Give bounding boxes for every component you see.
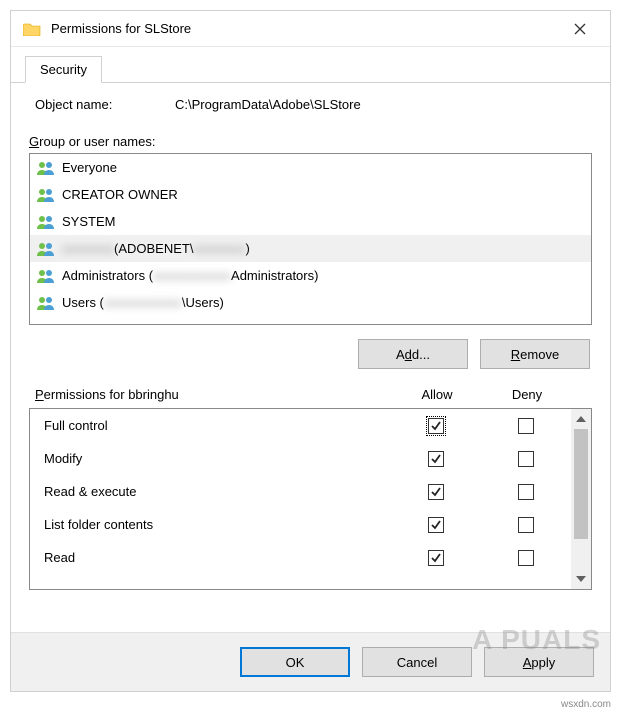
user-list-item[interactable]: Users (xxxxxxxxxxxx\Users) — [30, 289, 591, 316]
allow-header: Allow — [392, 387, 482, 402]
users-icon — [36, 268, 56, 284]
permissions-header: Permissions for bbringhu Allow Deny — [29, 387, 592, 408]
permission-row: Read & execute — [30, 475, 571, 508]
checkbox[interactable] — [518, 451, 534, 467]
user-list-item[interactable]: Administrators (xxxxxxxxxxxxAdministrato… — [30, 262, 591, 289]
remove-button[interactable]: Remove — [480, 339, 590, 369]
users-icon — [36, 187, 56, 203]
checkbox[interactable] — [428, 517, 444, 533]
user-list-item[interactable]: CREATOR OWNER — [30, 181, 591, 208]
tab-security[interactable]: Security — [25, 56, 102, 83]
cancel-button[interactable]: Cancel — [362, 647, 472, 677]
permission-row: Full control — [30, 409, 571, 442]
source-caption: wsxdn.com — [561, 699, 611, 710]
scroll-up-button[interactable] — [571, 409, 591, 429]
checkbox[interactable] — [518, 517, 534, 533]
permissions-dialog: Permissions for SLStore Security Object … — [10, 10, 611, 692]
user-list-item[interactable]: Everyone — [30, 154, 591, 181]
dialog-footer: OK Cancel Apply — [11, 632, 610, 691]
permissions-list[interactable]: Full control Modify Read & execute List fol… — [30, 409, 571, 589]
checkbox[interactable] — [518, 550, 534, 566]
add-button[interactable]: Add... — [358, 339, 468, 369]
group-user-list[interactable]: EveryoneCREATOR OWNERSYSTEMxxxxxxxx (ADO… — [29, 153, 592, 325]
permission-label: List folder contents — [44, 517, 391, 532]
scroll-thumb[interactable] — [574, 429, 588, 539]
group-user-label: Group or user names: — [29, 134, 592, 149]
permission-label: Full control — [44, 418, 391, 433]
permission-label: Modify — [44, 451, 391, 466]
scroll-down-button[interactable] — [571, 569, 591, 589]
permission-row: List folder contents — [30, 508, 571, 541]
permissions-box: Full control Modify Read & execute List fol… — [29, 408, 592, 590]
permission-label: Read — [44, 550, 391, 565]
scrollbar[interactable] — [571, 409, 591, 589]
checkbox[interactable] — [428, 484, 444, 500]
object-name-label: Object name: — [35, 97, 175, 112]
close-icon — [574, 23, 586, 35]
close-button[interactable] — [558, 14, 602, 44]
permission-row: Modify — [30, 442, 571, 475]
permission-label: Read & execute — [44, 484, 391, 499]
tab-row: Security — [11, 47, 610, 83]
checkbox[interactable] — [428, 418, 444, 434]
ok-button[interactable]: OK — [240, 647, 350, 677]
users-icon — [36, 160, 56, 176]
window-title: Permissions for SLStore — [51, 21, 558, 36]
security-panel: Object name: C:\ProgramData\Adobe\SLStor… — [11, 83, 610, 632]
add-remove-row: Add... Remove — [29, 325, 592, 387]
object-name-value: C:\ProgramData\Adobe\SLStore — [175, 97, 361, 112]
checkbox[interactable] — [428, 550, 444, 566]
users-icon — [36, 295, 56, 311]
user-list-item[interactable]: xxxxxxxx (ADOBENET\xxxxxxxx) — [30, 235, 591, 262]
permission-row: Read — [30, 541, 571, 574]
titlebar: Permissions for SLStore — [11, 11, 610, 47]
folder-icon — [23, 22, 41, 36]
checkbox[interactable] — [428, 451, 444, 467]
users-icon — [36, 241, 56, 257]
object-name-row: Object name: C:\ProgramData\Adobe\SLStor… — [29, 97, 592, 112]
deny-header: Deny — [482, 387, 572, 402]
checkbox[interactable] — [518, 418, 534, 434]
users-icon — [36, 214, 56, 230]
apply-button[interactable]: Apply — [484, 647, 594, 677]
checkbox[interactable] — [518, 484, 534, 500]
user-list-item[interactable]: SYSTEM — [30, 208, 591, 235]
